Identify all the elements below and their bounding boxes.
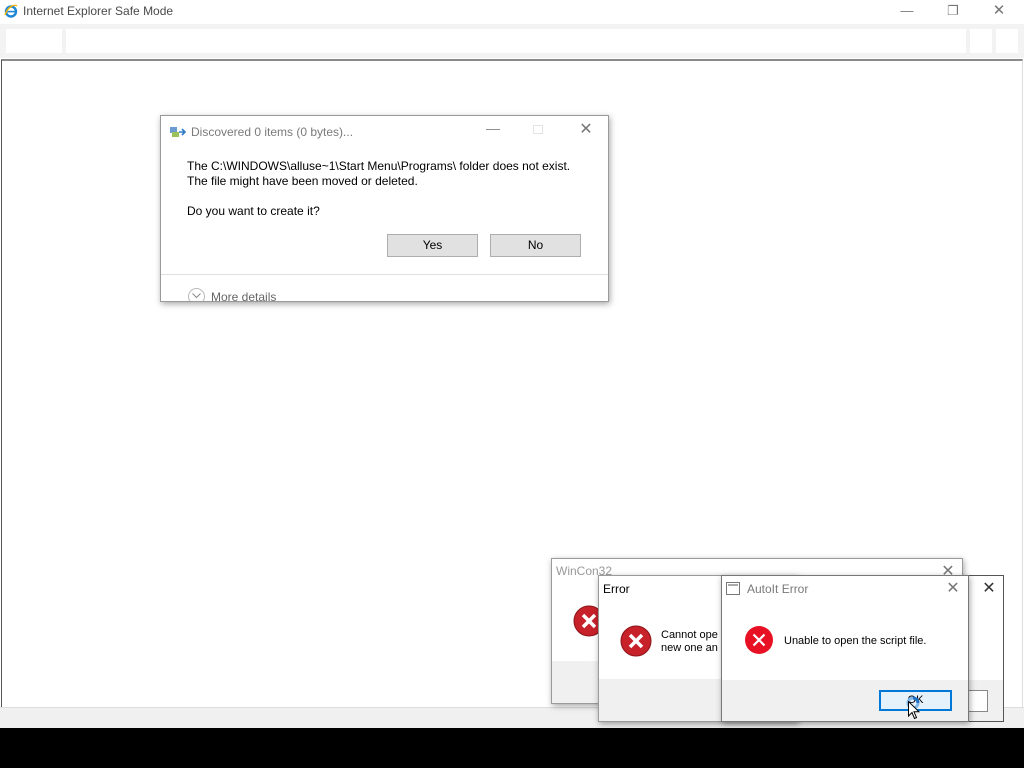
navigation-toolbar: [0, 24, 1024, 58]
folder-missing-dialog: Discovered 0 items (0 bytes)... — ✕ The …: [160, 115, 609, 302]
screen-bottom-border: [0, 728, 1024, 768]
back-forward-buttons[interactable]: [6, 29, 62, 53]
dialog-title: AutoIt Error: [747, 582, 809, 596]
autoit-error-dialog: AutoIt Error ✕ Unable to open the script…: [721, 575, 969, 722]
toolbar-button[interactable]: [996, 29, 1018, 53]
close-button[interactable]: ✕: [976, 0, 1022, 24]
question-text: Do you want to create it?: [187, 204, 320, 218]
error-x-icon: [745, 626, 773, 654]
close-button[interactable]: ✕: [942, 581, 964, 597]
message-text: new one an: [661, 642, 718, 654]
ie-titlebar[interactable]: Internet Explorer Safe Mode — ❐ ✕: [0, 0, 1024, 24]
message-text: The file might have been moved or delete…: [187, 174, 418, 188]
no-button[interactable]: No: [490, 234, 581, 257]
dialog-footer: More details: [161, 274, 608, 301]
message-text: Cannot ope: [661, 629, 718, 641]
yes-button[interactable]: Yes: [387, 234, 478, 257]
minimize-button[interactable]: —: [884, 0, 930, 24]
close-button[interactable]: ✕: [978, 581, 1000, 597]
restore-button[interactable]: ❐: [930, 0, 976, 24]
autoit-app-icon: [726, 582, 740, 595]
close-button[interactable]: ✕: [575, 122, 597, 138]
chevron-down-icon[interactable]: [188, 288, 205, 301]
dialog-title: Discovered 0 items (0 bytes)...: [191, 125, 354, 139]
minimize-button[interactable]: —: [486, 120, 500, 136]
dialog-title: Error: [603, 582, 630, 596]
desktop-screen: Internet Explorer Safe Mode — ❐ ✕ Discov…: [0, 0, 1024, 768]
copy-progress-icon: [170, 127, 186, 137]
message-text: Unable to open the script file.: [784, 635, 927, 647]
arrow-cursor-icon: [908, 701, 920, 720]
address-bar[interactable]: [66, 29, 966, 53]
toolbar-button[interactable]: [970, 29, 992, 53]
message-text: The C:\WINDOWS\alluse~1\Start Menu\Progr…: [187, 159, 571, 173]
maximize-button: [533, 125, 543, 134]
error-x-icon: [620, 625, 652, 657]
more-details-link[interactable]: More details: [211, 290, 276, 301]
window-title: Internet Explorer Safe Mode: [23, 4, 174, 18]
ie-logo-icon: [4, 4, 18, 18]
